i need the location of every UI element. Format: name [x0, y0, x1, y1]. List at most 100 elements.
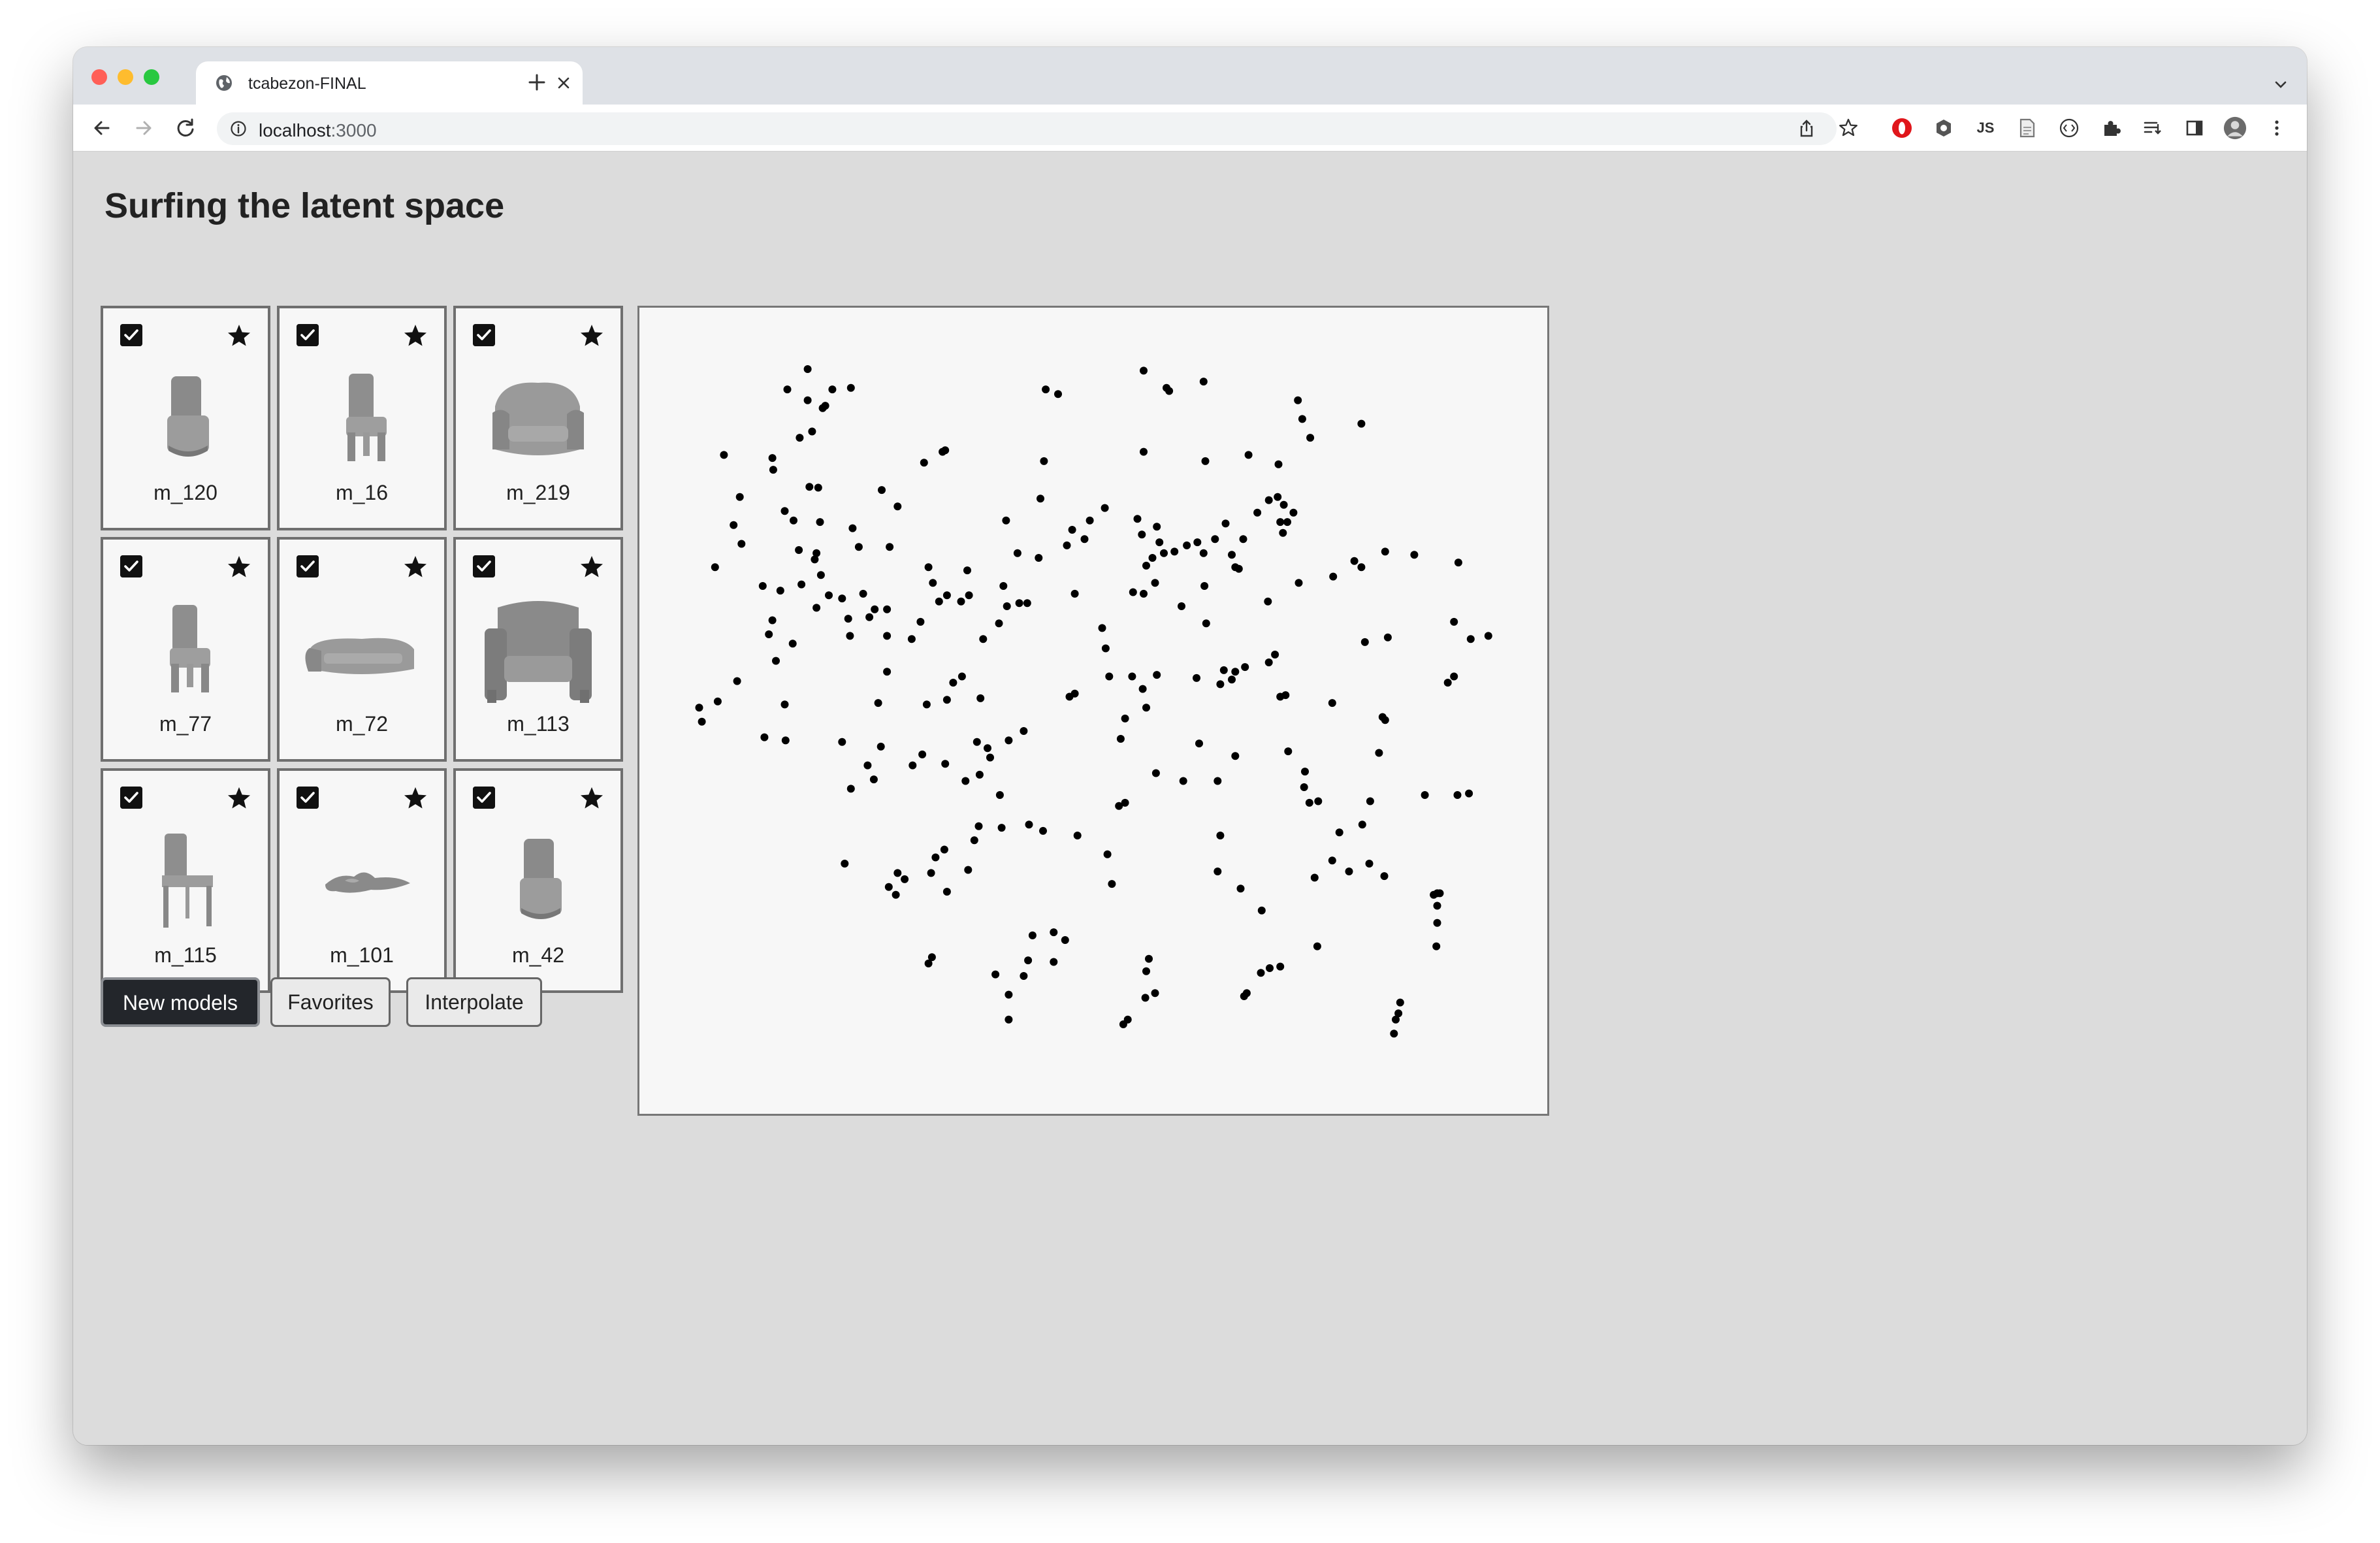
scatter-point[interactable] [1201, 457, 1210, 465]
scatter-point[interactable] [1466, 635, 1475, 643]
scatter-point[interactable] [1202, 619, 1210, 628]
scatter-point[interactable] [1133, 515, 1142, 523]
scatter-point[interactable] [1454, 559, 1462, 567]
scatter-point[interactable] [941, 760, 950, 768]
scatter-point[interactable] [848, 524, 857, 532]
scatter-point[interactable] [995, 619, 1003, 628]
scatter-point[interactable] [1068, 526, 1076, 534]
scatter-point[interactable] [901, 875, 909, 883]
scatter-point[interactable] [1294, 396, 1302, 404]
scatter-point[interactable] [1271, 651, 1279, 658]
favorite-star-icon[interactable] [402, 785, 428, 811]
scatter-point[interactable] [1390, 1030, 1398, 1038]
scatter-point[interactable] [1274, 460, 1283, 468]
scatter-point[interactable] [859, 589, 867, 598]
scatter-point[interactable] [918, 750, 927, 758]
scatter-point[interactable] [1345, 868, 1353, 875]
scatter-point[interactable] [1266, 964, 1274, 972]
scatter-point[interactable] [1116, 735, 1125, 743]
scatter-point[interactable] [1358, 820, 1366, 829]
scatter-point[interactable] [803, 396, 812, 404]
scatter-point[interactable] [797, 580, 806, 589]
latent-space-plot[interactable] [637, 306, 1549, 1116]
scatter-point[interactable] [1216, 832, 1225, 839]
scatter-point[interactable] [1163, 383, 1170, 392]
favorites-button[interactable]: Favorites [270, 977, 391, 1027]
scatter-point[interactable] [1040, 457, 1048, 465]
scatter-point[interactable] [733, 677, 741, 685]
scatter-point[interactable] [1151, 989, 1159, 998]
scatter-point[interactable] [869, 775, 878, 784]
scatter-point[interactable] [1101, 644, 1110, 653]
scatter-point[interactable] [1433, 901, 1441, 910]
scatter-point[interactable] [711, 563, 719, 572]
scatter-point[interactable] [814, 483, 822, 492]
scatter-point[interactable] [1239, 535, 1247, 544]
scatter-point[interactable] [1070, 589, 1079, 598]
scatter-point[interactable] [991, 970, 1000, 979]
scatter-point[interactable] [812, 604, 821, 612]
scatter-point[interactable] [1050, 928, 1058, 937]
scatter-point[interactable] [844, 615, 852, 623]
scatter-point[interactable] [931, 853, 940, 862]
scatter-point[interactable] [1020, 972, 1028, 980]
chevron-down-icon[interactable] [2272, 76, 2290, 94]
scatter-point[interactable] [1070, 689, 1079, 698]
select-checkbox[interactable] [473, 555, 495, 577]
scatter-point[interactable] [1465, 789, 1473, 798]
scatter-point[interactable] [1313, 942, 1321, 950]
scatter-point[interactable] [1264, 597, 1272, 606]
model-card[interactable]: m_115 [101, 768, 270, 993]
select-checkbox[interactable] [120, 324, 142, 346]
new-models-button[interactable]: New models [101, 977, 260, 1027]
scatter-point[interactable] [927, 953, 936, 962]
favorite-star-icon[interactable] [579, 554, 605, 580]
scatter-point[interactable] [1103, 850, 1112, 858]
scatter-point[interactable] [1279, 528, 1287, 537]
scatter-point[interactable] [1264, 496, 1273, 504]
scatter-point[interactable] [1145, 954, 1153, 963]
scatter-point[interactable] [1228, 675, 1236, 684]
scatter-point[interactable] [803, 365, 812, 373]
scatter-point[interactable] [854, 543, 863, 551]
scatter-point[interactable] [974, 822, 983, 830]
share-icon[interactable] [1795, 116, 1818, 140]
scatter-point[interactable] [1306, 434, 1315, 442]
scatter-point[interactable] [765, 630, 773, 638]
scatter-point[interactable] [818, 404, 827, 412]
scatter-point[interactable] [1357, 563, 1366, 572]
scatter-point[interactable] [1199, 378, 1208, 386]
scatter-point[interactable] [924, 563, 933, 572]
scatter-point[interactable] [1101, 504, 1109, 512]
side-panel-icon[interactable] [2183, 116, 2206, 140]
scatter-point[interactable] [1392, 1015, 1400, 1024]
scatter-point[interactable] [1443, 679, 1452, 687]
model-card[interactable]: m_120 [101, 306, 270, 530]
scatter-point[interactable] [1108, 880, 1116, 888]
scatter-point[interactable] [768, 616, 777, 625]
scatter-point[interactable] [1199, 549, 1208, 557]
scatter-point[interactable] [780, 700, 789, 709]
scatter-point[interactable] [1140, 447, 1148, 456]
scatter-point[interactable] [1050, 958, 1058, 966]
scatter-point[interactable] [893, 869, 902, 877]
profile-avatar[interactable] [2223, 116, 2247, 140]
scatter-point[interactable] [1020, 727, 1028, 735]
scatter-point[interactable] [876, 742, 885, 751]
scatter-point[interactable] [720, 451, 728, 459]
scatter-point[interactable] [1155, 538, 1164, 547]
scatter-point[interactable] [760, 733, 769, 741]
scatter-point[interactable] [1381, 716, 1389, 724]
scatter-point[interactable] [1240, 992, 1248, 1000]
scatter-point[interactable] [1219, 666, 1228, 674]
scatter-point[interactable] [1366, 797, 1374, 805]
select-checkbox[interactable] [297, 324, 319, 346]
zoom-window-button[interactable] [144, 69, 159, 85]
scatter-point[interactable] [1098, 624, 1106, 632]
scatter-point[interactable] [1035, 554, 1043, 562]
scatter-point[interactable] [979, 635, 988, 643]
scatter-point[interactable] [883, 668, 892, 676]
scatter-point[interactable] [713, 697, 722, 706]
scatter-point[interactable] [1195, 739, 1203, 748]
select-checkbox[interactable] [473, 787, 495, 809]
